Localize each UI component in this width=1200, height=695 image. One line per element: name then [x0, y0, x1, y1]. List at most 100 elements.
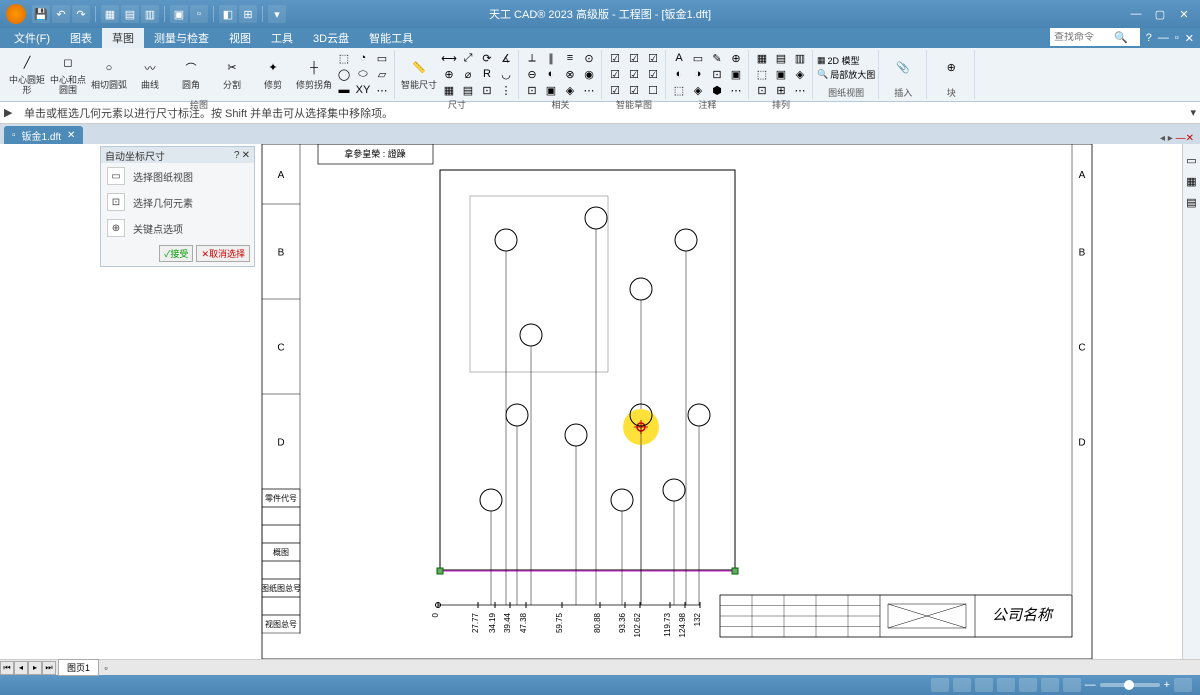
- center-rect-button[interactable]: ╱中心圆矩形: [7, 53, 47, 95]
- tool-icon[interactable]: ∡: [497, 50, 515, 66]
- document-tab[interactable]: ▫ 钣金1.dft ✕: [4, 126, 83, 144]
- qat-icon[interactable]: ⊞: [239, 5, 257, 23]
- tool-icon[interactable]: R: [478, 66, 496, 82]
- tool-icon[interactable]: ⟂: [523, 50, 541, 66]
- tool-icon[interactable]: ▤: [459, 82, 477, 98]
- fillet-button[interactable]: ⌒圆角: [171, 58, 211, 90]
- panel-close-icon[interactable]: ✕: [242, 150, 250, 161]
- smart-dimension-button[interactable]: 📏智能尺寸: [399, 58, 439, 90]
- tab-close-icon[interactable]: ✕: [67, 130, 75, 141]
- tool-icon[interactable]: ≡: [561, 50, 579, 66]
- sb-icon[interactable]: [931, 678, 949, 692]
- 2d-model-label[interactable]: 2D 模型: [828, 54, 860, 67]
- qat-icon[interactable]: ▦: [101, 5, 119, 23]
- search-input[interactable]: [1054, 32, 1114, 43]
- menu-file[interactable]: 文件(F): [4, 28, 60, 48]
- tool-icon[interactable]: ▦: [440, 82, 458, 98]
- tool-icon[interactable]: ▤: [772, 50, 790, 66]
- nav-close-icon[interactable]: —✕: [1176, 133, 1194, 144]
- sheet-add-icon[interactable]: ▫: [99, 663, 113, 673]
- tool-icon[interactable]: ☑: [606, 82, 624, 98]
- tool-icon[interactable]: ⬚: [753, 66, 771, 82]
- sb-icon[interactable]: [1019, 678, 1037, 692]
- menu-cloud[interactable]: 3D云盘: [303, 28, 359, 48]
- sheet-last-icon[interactable]: ⏭: [42, 661, 56, 675]
- tool-icon[interactable]: ⬭: [354, 66, 372, 82]
- tool-icon[interactable]: ▭: [689, 50, 707, 66]
- restore-icon[interactable]: ▫: [1175, 32, 1179, 45]
- tool-icon[interactable]: ◉: [580, 66, 598, 82]
- tool-icon[interactable]: ▣: [772, 66, 790, 82]
- menu-tools[interactable]: 工具: [261, 28, 303, 48]
- close-icon[interactable]: ✕: [1174, 6, 1194, 22]
- detail-view-label[interactable]: 局部放大图: [830, 68, 875, 81]
- tool-icon[interactable]: ⊙: [580, 50, 598, 66]
- tool-icon[interactable]: ⋯: [727, 82, 745, 98]
- split-button[interactable]: ✂分割: [212, 58, 252, 90]
- tool-icon[interactable]: ◡: [497, 66, 515, 82]
- tool-icon[interactable]: ☑: [644, 66, 662, 82]
- qat-icon[interactable]: ▣: [170, 5, 188, 23]
- panel-help-icon[interactable]: ?: [234, 150, 240, 161]
- tool-icon[interactable]: ⊡: [523, 82, 541, 98]
- tool-icon[interactable]: ☑: [625, 66, 643, 82]
- tool-icon[interactable]: ⌀: [459, 66, 477, 82]
- qat-icon[interactable]: ▫: [190, 5, 208, 23]
- accept-button[interactable]: ✓接受: [159, 245, 193, 262]
- tool-icon[interactable]: ◐: [670, 66, 688, 82]
- close2-icon[interactable]: ✕: [1185, 32, 1194, 45]
- sb-icon[interactable]: [1063, 678, 1081, 692]
- tool-icon[interactable]: ⋯: [791, 82, 809, 98]
- zoom-fit-icon[interactable]: [1174, 678, 1192, 692]
- tool-icon[interactable]: ⬢: [708, 82, 726, 98]
- trim-button[interactable]: ✦修剪: [253, 58, 293, 90]
- qat-icon[interactable]: ◧: [219, 5, 237, 23]
- tool-icon[interactable]: ⋮: [497, 82, 515, 98]
- rb-icon[interactable]: ▤: [1186, 196, 1196, 209]
- tool-icon[interactable]: ☑: [644, 50, 662, 66]
- sb-icon[interactable]: [975, 678, 993, 692]
- tool-icon[interactable]: ◔: [354, 50, 372, 66]
- tool-icon[interactable]: ◈: [561, 82, 579, 98]
- tool-icon[interactable]: ⊕: [440, 66, 458, 82]
- tool-icon[interactable]: ◐: [542, 66, 560, 82]
- sb-icon[interactable]: [997, 678, 1015, 692]
- tool-icon[interactable]: ☑: [625, 50, 643, 66]
- qat-dropdown-icon[interactable]: ▾: [268, 5, 286, 23]
- nav-right-icon[interactable]: ▸: [1168, 133, 1173, 144]
- tool-icon[interactable]: ⟳: [478, 50, 496, 66]
- center-point-circle-button[interactable]: ◻中心和点圆围: [48, 53, 88, 95]
- search-icon[interactable]: 🔍: [1114, 31, 1128, 44]
- menu-measure[interactable]: 测量与检查: [144, 28, 219, 48]
- redo-icon[interactable]: ↷: [72, 5, 90, 23]
- tool-icon[interactable]: ⬚: [335, 50, 353, 66]
- insert-button[interactable]: 📎: [883, 58, 923, 78]
- menu-smart[interactable]: 智能工具: [359, 28, 423, 48]
- sheet-prev-icon[interactable]: ◂: [14, 661, 28, 675]
- block-button[interactable]: ⊕: [931, 58, 971, 78]
- qat-icon[interactable]: ▤: [121, 5, 139, 23]
- sheet-tab[interactable]: 图页1: [58, 659, 99, 676]
- rb-icon[interactable]: ▦: [1186, 175, 1196, 188]
- tool-icon[interactable]: ☑: [606, 50, 624, 66]
- dropdown-icon[interactable]: ▾: [1190, 106, 1196, 119]
- cancel-selection-button[interactable]: ✕取消选择: [196, 245, 250, 262]
- tool-icon[interactable]: ∥: [542, 50, 560, 66]
- menu-draw[interactable]: 草图: [102, 28, 144, 48]
- min2-icon[interactable]: —: [1158, 32, 1169, 45]
- menu-view[interactable]: 视图: [219, 28, 261, 48]
- curve-button[interactable]: 〰曲线: [130, 58, 170, 90]
- rb-icon[interactable]: ▭: [1186, 154, 1196, 167]
- zoom-slider[interactable]: [1100, 683, 1160, 687]
- tool-icon[interactable]: ⬚: [670, 82, 688, 98]
- tool-icon[interactable]: ⊗: [561, 66, 579, 82]
- 2d-model-icon[interactable]: ▦: [817, 55, 826, 66]
- tool-icon[interactable]: ⋯: [373, 82, 391, 98]
- tool-icon[interactable]: ▦: [753, 50, 771, 66]
- tool-icon[interactable]: ⊕: [727, 50, 745, 66]
- sheet-first-icon[interactable]: ⏮: [0, 661, 14, 675]
- command-search[interactable]: 🔍: [1050, 28, 1140, 46]
- tool-icon[interactable]: ⊞: [772, 82, 790, 98]
- tool-icon[interactable]: ⋯: [580, 82, 598, 98]
- tool-icon[interactable]: ◑: [689, 66, 707, 82]
